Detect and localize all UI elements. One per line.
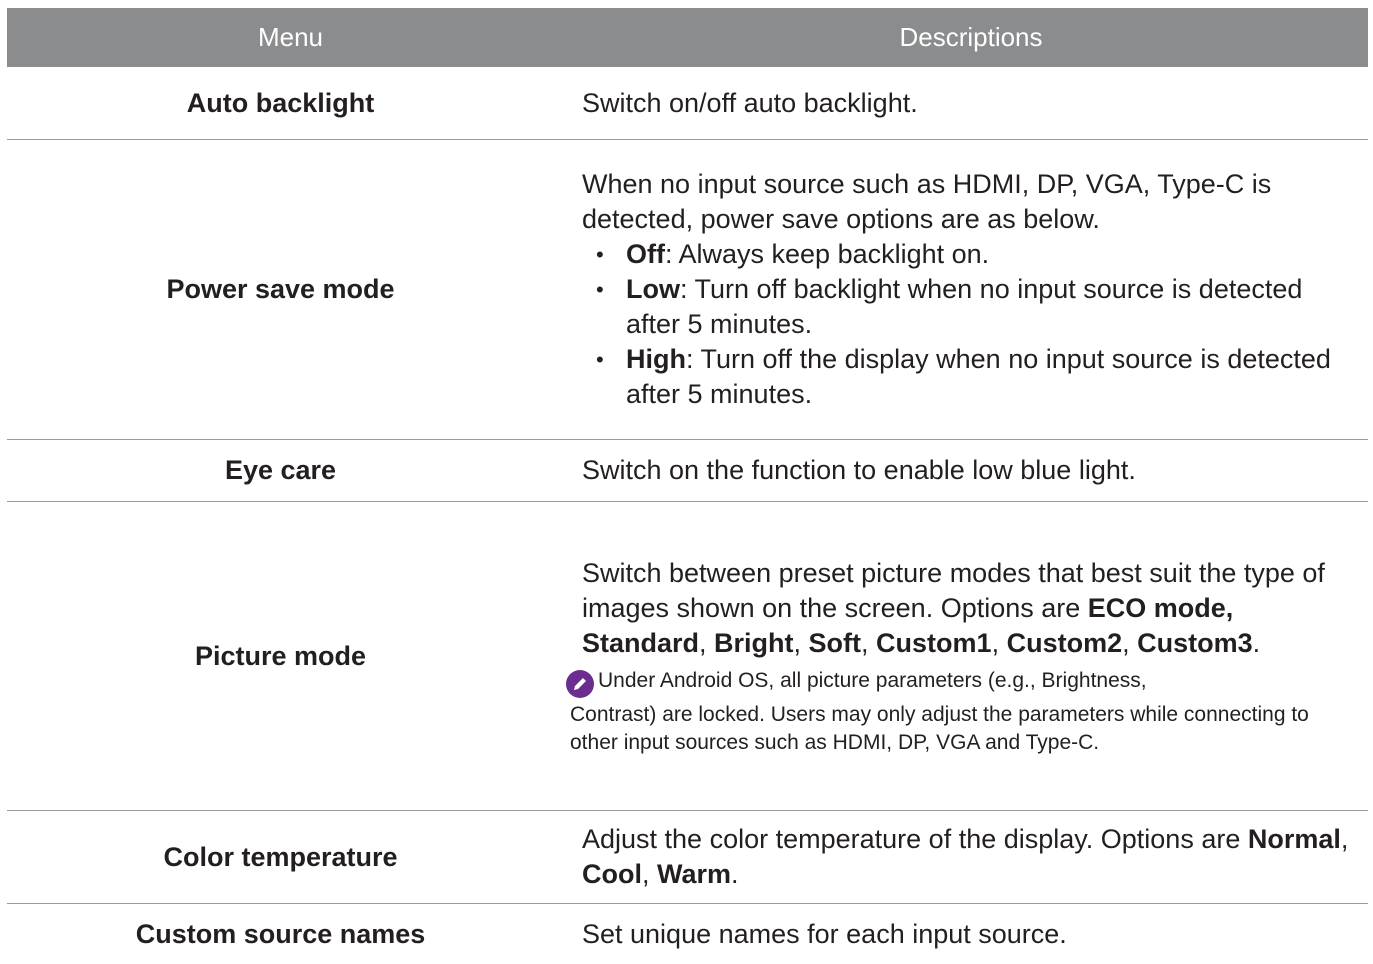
table-row-custom-source-names: Custom source names Set unique names for… bbox=[7, 904, 1368, 964]
description: Adjust the color temperature of the disp… bbox=[582, 824, 1349, 889]
description: Switch on the function to enable low blu… bbox=[582, 455, 1136, 485]
pencil-icon bbox=[566, 669, 594, 698]
bullet-dot: • bbox=[596, 277, 604, 302]
bullet-dot: • bbox=[596, 242, 604, 267]
description: When no input source such as HDMI, DP, V… bbox=[574, 140, 1368, 439]
list-item: • Low: Turn off backlight when no input … bbox=[582, 272, 1358, 342]
menu-name: Picture mode bbox=[194, 640, 367, 671]
note-box: Under Android OS, all picture parameters… bbox=[566, 667, 1358, 757]
table-row-auto-backlight: Auto backlight Switch on/off auto backli… bbox=[7, 67, 1368, 140]
table-row-power-save-mode: Power save mode When no input source suc… bbox=[7, 140, 1368, 440]
list-item: • High: Turn off the display when no inp… bbox=[582, 342, 1358, 412]
bullet-dot: • bbox=[596, 347, 604, 372]
description: Switch on/off auto backlight. bbox=[582, 87, 918, 118]
menu-name: Custom source names bbox=[135, 918, 426, 949]
table-row-eye-care: Eye care Switch on the function to enabl… bbox=[7, 440, 1368, 502]
header-descriptions: Descriptions bbox=[899, 22, 1043, 52]
header-menu: Menu bbox=[257, 22, 324, 52]
menu-name: Color temperature bbox=[163, 841, 398, 872]
table-row-picture-mode: Picture mode Switch between preset pictu… bbox=[7, 502, 1368, 811]
list-item: • Off: Always keep backlight on. bbox=[582, 237, 1358, 272]
table-row-color-temperature: Color temperature Adjust the color tempe… bbox=[7, 811, 1368, 904]
description: Set unique names for each input source. bbox=[582, 918, 1067, 949]
menu-name: Eye care bbox=[224, 455, 337, 485]
menu-name: Auto backlight bbox=[186, 87, 375, 118]
table-header: Menu Descriptions bbox=[7, 8, 1368, 67]
description: Switch between preset picture modes that… bbox=[566, 502, 1368, 810]
settings-table: Menu Descriptions Auto backlight Switch … bbox=[7, 8, 1368, 964]
menu-name: Power save mode bbox=[166, 274, 395, 304]
